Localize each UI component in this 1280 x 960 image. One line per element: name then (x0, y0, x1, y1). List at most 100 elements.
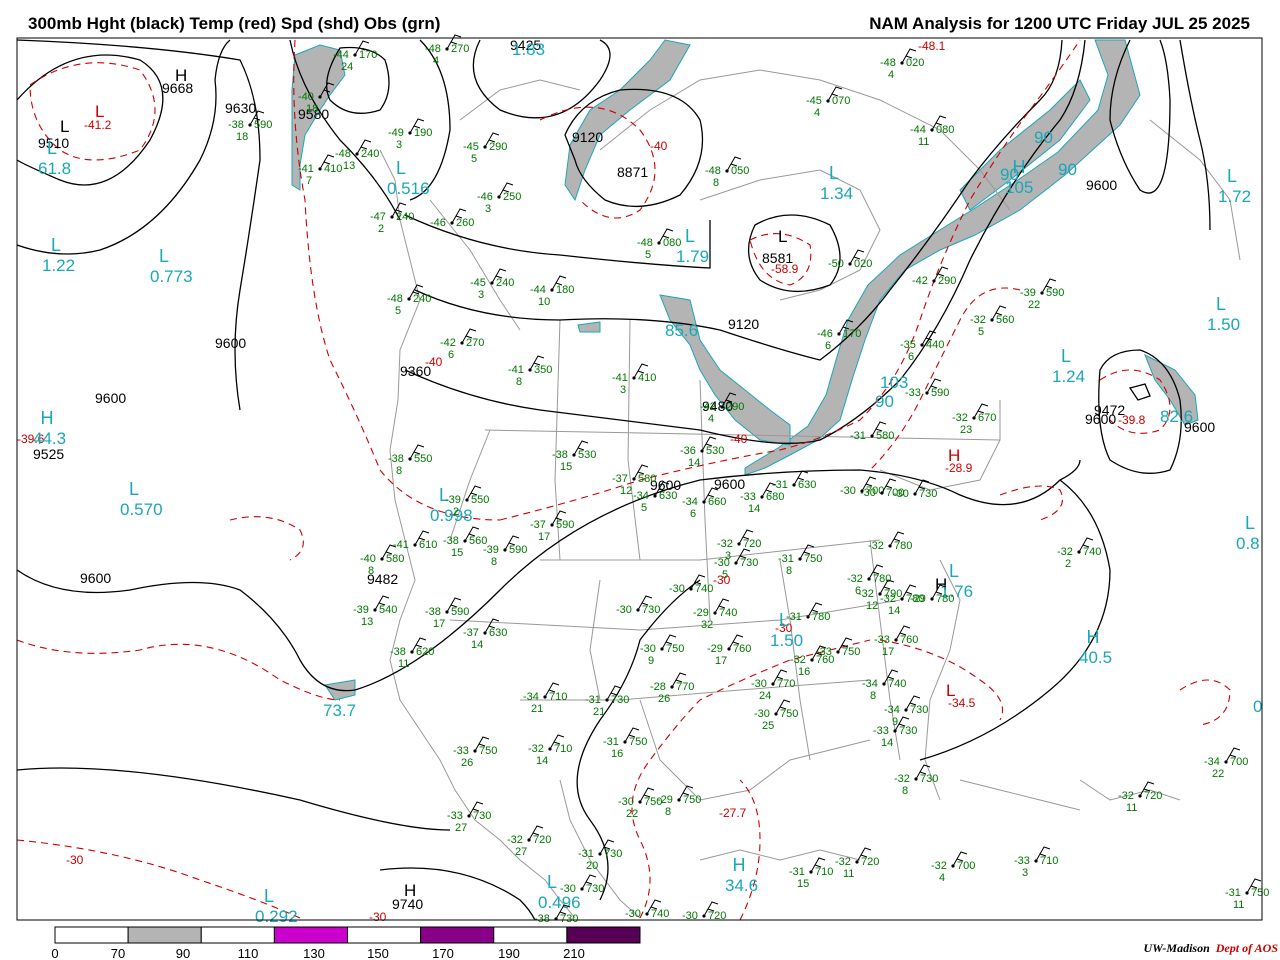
station-observation: -32 670 23 (952, 403, 996, 436)
obs-dewpoint-depression: 25 (762, 720, 774, 732)
obs-dewpoint-depression: 24 (759, 690, 771, 702)
station-observation: -38 56015 (443, 526, 487, 559)
obs-height: 190 (414, 127, 432, 139)
obs-temperature: -38 (425, 606, 441, 618)
speed-value-label: 1.83 (512, 40, 545, 59)
speed-value-label: 1.50 (1207, 315, 1240, 334)
obs-dewpoint-depression: 5 (471, 153, 477, 165)
obs-temperature: -38 (390, 646, 406, 658)
station-observation: -31 630 (772, 470, 816, 491)
obs-dewpoint-depression: 8 (396, 465, 402, 477)
obs-height: 710 (1040, 855, 1058, 867)
temperature-label: -34.5 (948, 696, 976, 710)
obs-height: 290 (489, 141, 507, 153)
obs-height: 590 (451, 606, 469, 618)
temperature-label: -58.9 (771, 262, 799, 276)
obs-height: 020 (906, 57, 924, 69)
obs-dewpoint-depression: 24 (341, 61, 353, 73)
station-observation: -44 180 10 (530, 275, 574, 308)
obs-height: 350 (534, 364, 552, 376)
obs-temperature: -32 (970, 314, 986, 326)
speed-center-marker: L (159, 246, 169, 266)
obs-dewpoint-depression: 14 (536, 755, 548, 767)
obs-height: 730 (560, 913, 578, 925)
obs-temperature: -33 (1014, 855, 1030, 867)
obs-height: 730 (899, 725, 917, 737)
obs-temperature: -48 (637, 237, 653, 249)
obs-temperature: -39 (445, 494, 461, 506)
station-observation: -33 750 (816, 637, 860, 658)
obs-temperature: -38 (388, 453, 404, 465)
obs-temperature: -41 (393, 539, 409, 551)
obs-temperature: -33 (905, 387, 921, 399)
obs-temperature: -38 (443, 535, 459, 547)
speed-value-label: 90 (1000, 165, 1019, 184)
obs-temperature: -40 (360, 553, 376, 565)
obs-height: 240 (361, 148, 379, 160)
station-observation: -50 020 (828, 249, 872, 270)
height-label: 9630 (225, 100, 256, 116)
obs-temperature: -38 (534, 913, 550, 925)
obs-temperature: -30 (625, 908, 641, 920)
station-observation: -28 770 26 (650, 672, 694, 705)
obs-temperature: -33 (740, 491, 756, 503)
temperature-label: -28.9 (945, 461, 973, 475)
obs-height: 740 (719, 607, 737, 619)
obs-height: 750 (666, 643, 684, 655)
obs-height: 580 (876, 430, 894, 442)
obs-temperature: -48 (335, 148, 351, 160)
obs-height: 730 (611, 694, 629, 706)
station-observation: -47 240 2 (370, 202, 414, 235)
obs-temperature: -48 (425, 43, 441, 55)
obs-height: 550 (414, 453, 432, 465)
height-label: 9120 (728, 316, 759, 332)
station-observation: -34 740 8 (862, 669, 906, 702)
obs-dewpoint-depression: 27 (455, 822, 467, 834)
station-observation: -32 720 11 (835, 847, 879, 880)
station-observation: -32 720 11 (1118, 781, 1162, 814)
station-observation: -46 260 (430, 208, 474, 229)
obs-temperature: -45 (470, 277, 486, 289)
obs-height: 710 (554, 743, 572, 755)
obs-dewpoint-depression: 16 (798, 666, 810, 678)
station-observation: -31 710 15 (789, 857, 833, 890)
station-observation: -48 080 5 (637, 228, 681, 261)
obs-temperature: -46 (817, 328, 833, 340)
station-observation: -41 410 3 (612, 363, 656, 396)
station-observation: -31 750 8 (778, 544, 822, 577)
station-observation: -30 740 (669, 574, 713, 595)
speed-value-label: 1.72 (1218, 187, 1251, 206)
speed-center-marker: L (47, 138, 57, 158)
temperature-label: -48.1 (918, 39, 946, 53)
obs-height: 750 (842, 646, 860, 658)
obs-height: 590 (931, 387, 949, 399)
obs-height: 580 (638, 473, 656, 485)
obs-dewpoint-depression: 3 (478, 289, 484, 301)
obs-height: 290 (726, 401, 744, 413)
obs-temperature: -48 (387, 293, 403, 305)
obs-temperature: -32 (717, 538, 733, 550)
obs-dewpoint-depression: 26 (658, 693, 670, 705)
speed-center-marker: H (733, 855, 746, 875)
obs-dewpoint-depression: 11 (843, 868, 854, 880)
speed-center-marker: H (41, 408, 54, 428)
station-observation: -35 440 6 (900, 330, 944, 363)
obs-height: 630 (489, 627, 507, 639)
obs-temperature: -31 (850, 430, 866, 442)
obs-temperature: -30 (714, 557, 730, 569)
speed-center-marker: L (685, 226, 695, 246)
temperature-label: -40 (730, 432, 748, 446)
obs-height: 540 (379, 604, 397, 616)
obs-temperature: -33 (453, 745, 469, 757)
obs-temperature: -30 (616, 604, 632, 616)
obs-temperature: -44 (333, 49, 349, 61)
height-label: 8871 (617, 164, 648, 180)
obs-temperature: -50 (828, 258, 844, 270)
station-observation: -30 750 9 (640, 634, 684, 667)
obs-temperature: -33 (873, 725, 889, 737)
obs-height: 660 (708, 496, 726, 508)
obs-height: 750 (1251, 887, 1269, 899)
station-observation: -33 710 3 (1014, 846, 1058, 879)
speed-value-label: 90 (1034, 128, 1053, 147)
obs-dewpoint-depression: 6 (690, 508, 696, 520)
